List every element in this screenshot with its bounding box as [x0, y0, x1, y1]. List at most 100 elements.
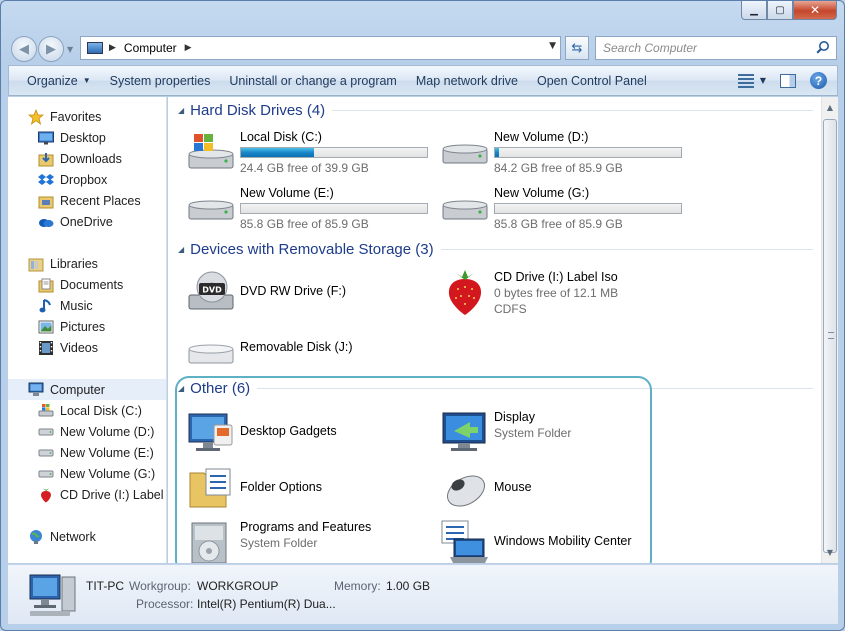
capacity-bar — [240, 147, 428, 158]
chevron-down-icon: ▼ — [759, 76, 766, 85]
nav-desktop[interactable]: Desktop — [8, 127, 106, 148]
drive-e-tile[interactable]: New Volume (E:) 85.8 GB free of 85.9 GB — [186, 183, 436, 235]
nav-recent-label: Recent Places — [60, 193, 141, 208]
forward-button[interactable]: ▶ — [38, 36, 64, 62]
folder-options-tile[interactable]: Folder Options — [186, 463, 436, 515]
nav-drive-e[interactable]: New Volume (E:) — [8, 442, 154, 463]
preview-pane-icon[interactable] — [780, 73, 796, 88]
search-icon[interactable] — [816, 40, 830, 54]
nav-documents[interactable]: Documents — [8, 274, 123, 295]
programs-features-tile[interactable]: Programs and Features System Folder — [186, 517, 436, 563]
map-network-drive-button[interactable]: Map network drive — [397, 66, 518, 95]
organize-button[interactable]: Organize ▼ — [9, 66, 91, 95]
desktop-gadgets-icon — [188, 413, 233, 451]
item-name: Programs and Features — [240, 520, 372, 534]
address-dropdown-icon[interactable]: ▼ — [549, 41, 556, 51]
forward-arrow-icon: ▶ — [46, 41, 56, 57]
hard-drive-icon — [38, 424, 54, 440]
desktop-icon — [38, 130, 54, 146]
drive-g-tile[interactable]: New Volume (G:) 85.8 GB free of 85.9 GB — [440, 183, 690, 235]
documents-icon — [38, 277, 54, 293]
nav-downloads[interactable]: Downloads — [8, 148, 122, 169]
close-button[interactable]: ✕ — [793, 1, 837, 20]
nav-drive-d[interactable]: New Volume (D:) — [8, 421, 154, 442]
collapse-triangle-icon[interactable]: ◢ — [178, 245, 184, 254]
maximize-button[interactable]: ▢ — [767, 1, 793, 20]
recent-pages-dropdown-icon[interactable]: ▼ — [67, 45, 73, 54]
nav-music[interactable]: Music — [8, 295, 93, 316]
collapse-triangle-icon[interactable]: ◢ — [178, 106, 184, 115]
desktop-gadgets-tile[interactable]: Desktop Gadgets — [186, 407, 436, 459]
capacity-bar — [494, 203, 682, 214]
nav-documents-label: Documents — [60, 277, 124, 292]
address-bar[interactable]: ▶ Computer ▶ ▼ — [80, 36, 561, 60]
system-properties-button[interactable]: System properties — [91, 66, 211, 95]
help-icon[interactable]: ? — [810, 72, 827, 89]
item-name: Mouse — [494, 480, 532, 494]
drive-name: New Volume (D:) — [494, 130, 589, 144]
nav-computer[interactable]: Computer — [8, 379, 166, 400]
nav-recent-places[interactable]: Recent Places — [8, 190, 141, 211]
search-input[interactable] — [603, 41, 813, 55]
music-note-icon — [38, 298, 54, 314]
minimize-button[interactable]: ▁ — [741, 1, 767, 20]
scroll-grip-icon — [828, 332, 834, 339]
back-button[interactable]: ◀ — [11, 36, 37, 62]
mobility-center-tile[interactable]: Windows Mobility Center — [440, 517, 690, 563]
mobility-center-icon — [441, 520, 488, 563]
drive-d-tile[interactable]: New Volume (D:) 84.2 GB free of 85.9 GB — [440, 127, 690, 179]
display-tile[interactable]: Display System Folder — [440, 407, 690, 459]
open-control-panel-button[interactable]: Open Control Panel — [518, 66, 647, 95]
command-bar: Organize ▼ System properties Uninstall or… — [8, 65, 838, 96]
group-divider — [257, 388, 813, 389]
dvd-badge: DVD — [202, 286, 222, 295]
mouse-tile[interactable]: Mouse — [440, 463, 690, 515]
hard-drive-icon — [188, 200, 234, 220]
nav-onedrive-label: OneDrive — [60, 214, 113, 229]
uninstall-program-button[interactable]: Uninstall or change a program — [210, 66, 396, 95]
nav-favorites[interactable]: Favorites — [8, 106, 101, 127]
windows-drive-icon — [38, 403, 54, 419]
group-removable-storage[interactable]: ◢ Devices with Removable Storage (3) — [178, 241, 813, 258]
search-box[interactable] — [595, 36, 837, 60]
removable-disk-icon — [188, 344, 234, 364]
scroll-up-icon[interactable]: ▲ — [822, 99, 838, 116]
scroll-thumb[interactable] — [823, 119, 837, 553]
drive-name: DVD RW Drive (F:) — [240, 284, 347, 298]
breadcrumb-computer[interactable]: Computer — [124, 41, 177, 55]
nav-network[interactable]: Network — [8, 526, 96, 547]
nav-videos[interactable]: Videos — [8, 337, 98, 358]
drive-name: Local Disk (C:) — [240, 130, 322, 144]
group-hard-disk-drives[interactable]: ◢ Hard Disk Drives (4) — [178, 102, 813, 119]
drive-free-space: 24.4 GB free of 39.9 GB — [240, 161, 369, 175]
refresh-button[interactable]: ⇆ — [565, 36, 589, 60]
nav-pictures[interactable]: Pictures — [8, 316, 105, 337]
capacity-fill — [495, 148, 499, 157]
group-other[interactable]: ◢ Other (6) — [178, 380, 813, 397]
change-view-button[interactable]: ▼ — [737, 73, 766, 88]
drive-c-tile[interactable]: Local Disk (C:) 24.4 GB free of 39.9 GB — [186, 127, 436, 179]
strawberry-icon — [38, 487, 54, 503]
nav-drive-e-label: New Volume (E:) — [60, 445, 154, 460]
vertical-scrollbar[interactable]: ▲ ▼ — [821, 97, 838, 563]
nav-drive-g[interactable]: New Volume (G:) — [8, 463, 155, 484]
nav-libraries[interactable]: Libraries — [8, 253, 98, 274]
removable-disk-tile[interactable]: Removable Disk (J:) — [186, 323, 436, 375]
nav-drive-c[interactable]: Local Disk (C:) — [8, 400, 142, 421]
nav-drive-g-label: New Volume (G:) — [60, 466, 156, 481]
nav-onedrive[interactable]: OneDrive — [8, 211, 113, 232]
dvd-drive-tile[interactable]: DVD DVD RW Drive (F:) — [186, 267, 436, 319]
computer-icon — [29, 574, 76, 616]
hard-drive-icon — [38, 445, 54, 461]
scroll-down-icon[interactable]: ▼ — [822, 544, 838, 561]
breadcrumb-separator-icon[interactable]: ▶ — [185, 43, 192, 53]
collapse-triangle-icon[interactable]: ◢ — [178, 384, 184, 393]
nav-computer-label: Computer — [50, 382, 105, 397]
nav-drive-i[interactable]: CD Drive (I:) Label Is — [8, 484, 166, 505]
item-name: Windows Mobility Center — [494, 534, 632, 548]
cd-drive-tile[interactable]: CD Drive (I:) Label Iso 0 bytes free of … — [440, 267, 690, 319]
nav-dropbox[interactable]: Dropbox — [8, 169, 107, 190]
breadcrumb-separator-icon[interactable]: ▶ — [109, 43, 116, 53]
videos-filmstrip-icon — [38, 340, 54, 356]
group-title: Other (6) — [190, 380, 251, 397]
